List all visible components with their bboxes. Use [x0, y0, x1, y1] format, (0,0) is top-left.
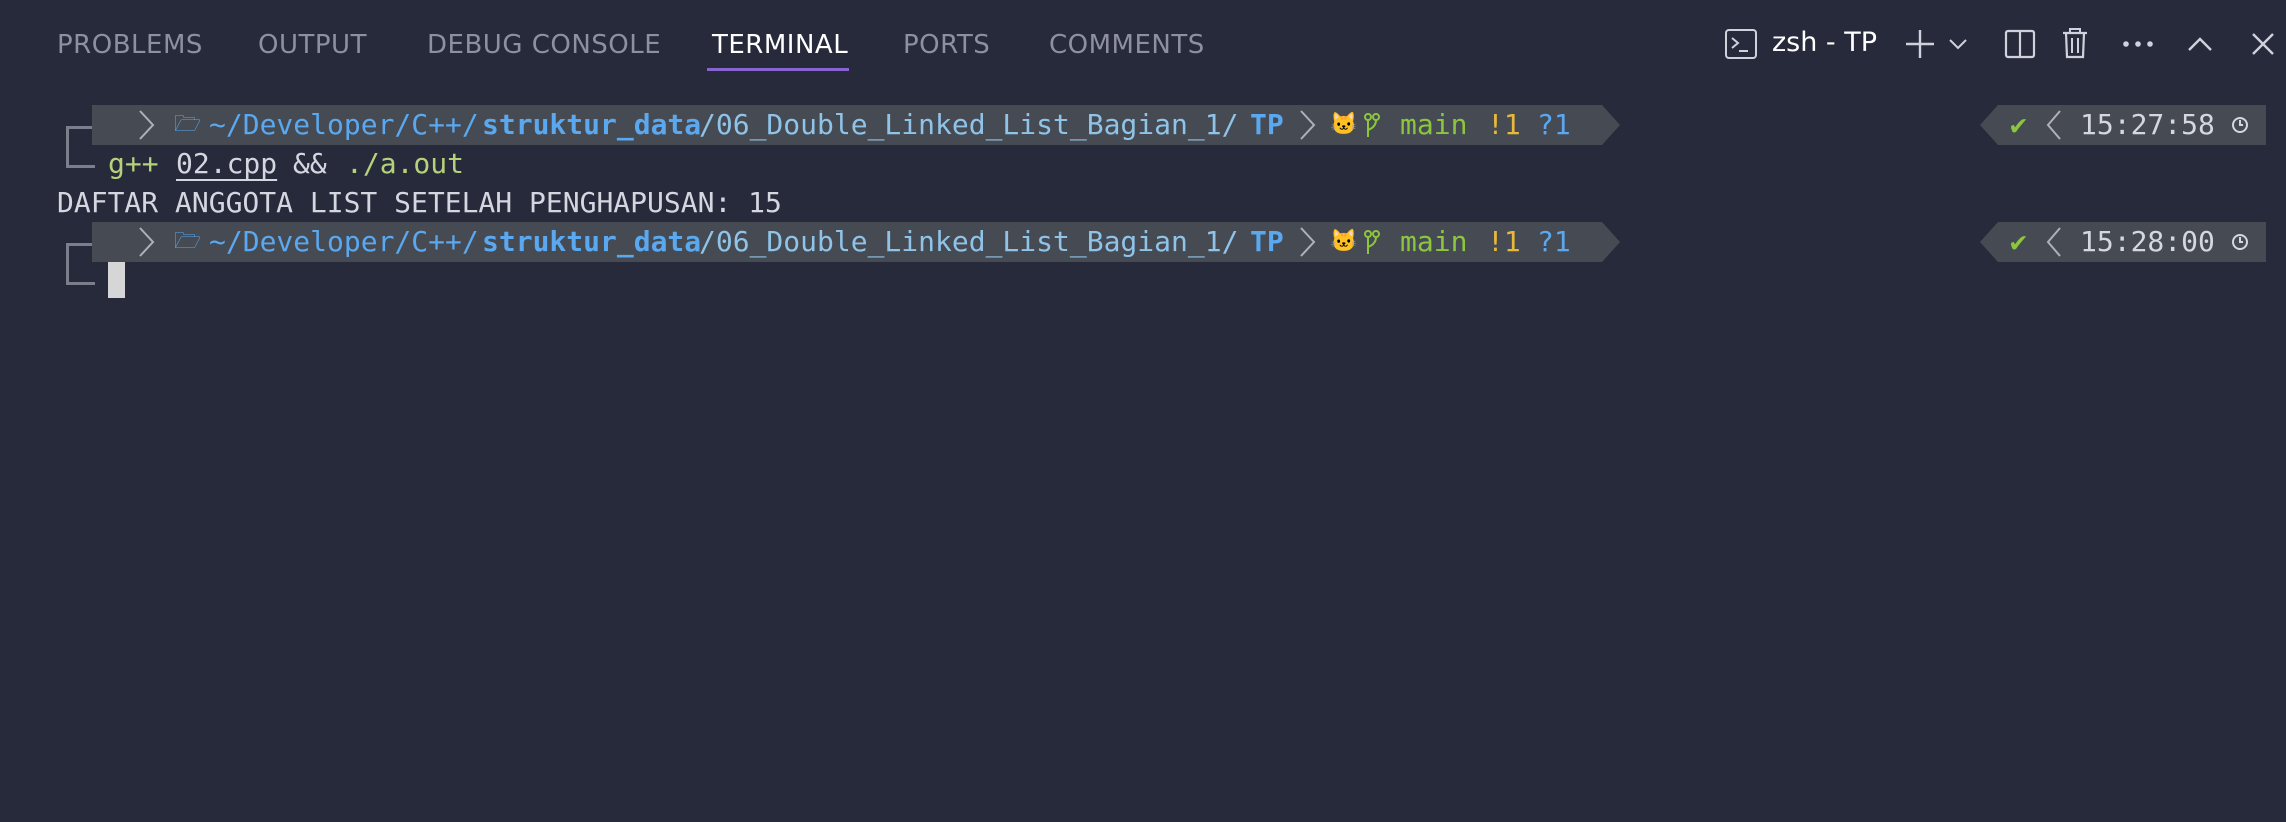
path-last: TP [1250, 225, 1284, 258]
clock-icon [2232, 117, 2248, 133]
path-mid: /06_Double_Linked_List_Bagian_1/ [699, 225, 1239, 258]
terminal-cursor [108, 262, 125, 298]
chevron-down-icon[interactable] [1945, 30, 1971, 58]
segment-separator [2046, 110, 2061, 140]
git-modified: !1 [1487, 108, 1521, 141]
status-ok: ✔ [2010, 108, 2027, 141]
right-prompt: ✔ 15:27:58 [1998, 105, 2266, 145]
segment-separator [2046, 227, 2061, 257]
command-operator: && [293, 147, 327, 180]
more-icon[interactable] [2118, 24, 2158, 64]
terminal-instance-name[interactable]: zsh - TP [1772, 26, 1877, 60]
prompt-time: 15:27:58 [2080, 108, 2215, 141]
status-ok: ✔ [2010, 225, 2027, 258]
path-prefix: ~/Developer/C++/ [209, 225, 479, 258]
git-branch-icon [1364, 113, 1380, 137]
plus-icon[interactable] [1900, 24, 1940, 64]
clock-icon [2232, 234, 2248, 250]
github-icon: 🐱 [1330, 229, 1358, 254]
command-run: ./a.out [346, 147, 465, 180]
panel-tabbar: PROBLEMS OUTPUT DEBUG CONSOLE TERMINAL P… [0, 0, 2286, 90]
tab-output[interactable]: OUTPUT [258, 28, 367, 62]
git-untracked: ?1 [1537, 225, 1571, 258]
git-untracked: ?1 [1537, 108, 1571, 141]
segment-separator [1300, 110, 1316, 140]
path-bold: struktur_data [482, 108, 702, 141]
folder-icon: 🗁 [174, 229, 202, 254]
terminal-output[interactable]: 🗁 ~/Developer/C++/ struktur_data /06_Dou… [0, 100, 2286, 678]
trash-icon[interactable] [2055, 22, 2095, 64]
active-tab-indicator [707, 68, 849, 71]
git-modified: !1 [1487, 225, 1521, 258]
git-branch: main [1400, 225, 1468, 258]
segment-separator [139, 227, 155, 257]
git-branch: main [1400, 108, 1468, 141]
right-prompt: ✔ 15:28:00 [1998, 222, 2266, 262]
path-bold: struktur_data [482, 225, 702, 258]
path-prefix: ~/Developer/C++/ [209, 108, 479, 141]
tab-terminal[interactable]: TERMINAL [712, 28, 848, 62]
prompt-time: 15:28:00 [2080, 225, 2215, 258]
prompt-bracket [66, 243, 95, 285]
tab-problems[interactable]: PROBLEMS [57, 28, 203, 62]
segment-separator [139, 110, 155, 140]
command-line: g++ 02.cpp && ./a.out [108, 144, 608, 184]
folder-icon: 🗁 [174, 112, 202, 137]
close-icon[interactable] [2243, 24, 2283, 64]
tab-comments[interactable]: COMMENTS [1049, 28, 1205, 62]
prompt-line: 🗁 ~/Developer/C++/ struktur_data /06_Dou… [92, 222, 1612, 262]
program-output: DAFTAR ANGGOTA LIST SETELAH PENGHAPUSAN:… [57, 186, 782, 219]
command-file: 02.cpp [176, 147, 278, 180]
github-icon: 🐱 [1330, 112, 1358, 137]
tab-debug-console[interactable]: DEBUG CONSOLE [427, 28, 661, 62]
prompt-bracket [66, 126, 95, 168]
prompt-line: 🗁 ~/Developer/C++/ struktur_data /06_Dou… [92, 105, 1612, 145]
command-program: g++ [108, 147, 159, 180]
path-mid: /06_Double_Linked_List_Bagian_1/ [699, 108, 1239, 141]
tab-ports[interactable]: PORTS [903, 28, 990, 62]
path-last: TP [1250, 108, 1284, 141]
segment-separator [1300, 227, 1316, 257]
split-editor-icon[interactable] [2000, 24, 2040, 64]
terminal-icon[interactable] [1723, 26, 1759, 62]
git-branch-icon [1364, 230, 1380, 254]
chevron-up-icon[interactable] [2180, 24, 2220, 64]
